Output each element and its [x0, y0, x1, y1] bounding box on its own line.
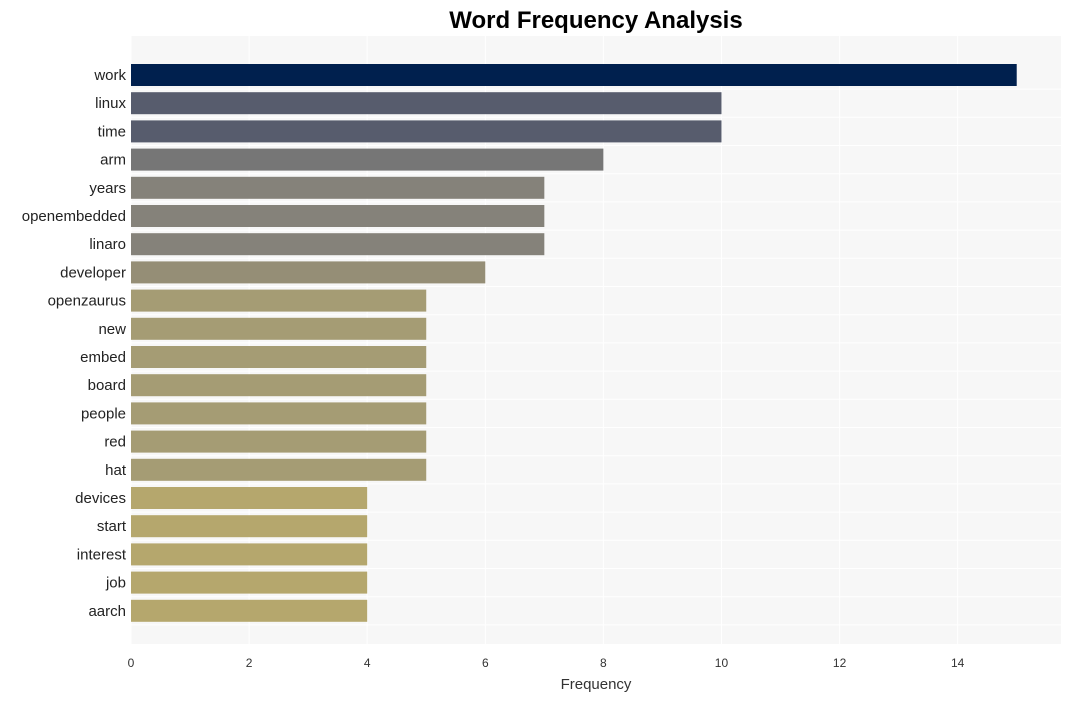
bar-aarch	[131, 599, 368, 622]
bar-devices	[131, 487, 368, 509]
bar-time	[131, 120, 722, 143]
y-label-linux: linux	[95, 95, 126, 112]
bar-years	[131, 176, 545, 199]
x-tick-label: 10	[715, 656, 729, 670]
x-tick-label: 4	[364, 656, 371, 670]
bar-new	[131, 317, 427, 340]
y-label-aarch: aarch	[88, 603, 126, 620]
bar-linux	[131, 92, 722, 115]
word-frequency-chart: work linux time arm years openembedded linaro d…	[22, 7, 1061, 693]
x-axis-ticks: 0 2 4 6 8 10 12 14	[128, 656, 965, 670]
bar-interest	[131, 543, 368, 566]
x-axis-label: Frequency	[561, 676, 632, 693]
bar-red	[131, 430, 427, 453]
y-axis-labels: work linux time arm years openembedded linaro d…	[22, 67, 127, 620]
y-label-devices: devices	[75, 490, 126, 507]
y-label-embed: embed	[80, 349, 126, 366]
bar-arm	[131, 148, 604, 171]
y-label-red: red	[104, 434, 126, 451]
y-label-years: years	[89, 180, 126, 197]
chart-title: Word Frequency Analysis	[449, 7, 742, 34]
y-label-start: start	[97, 518, 127, 535]
bar-job	[131, 571, 368, 594]
x-tick-label: 12	[833, 656, 847, 670]
y-label-board: board	[88, 377, 126, 394]
bar-linaro	[131, 233, 545, 256]
y-label-people: people	[81, 405, 126, 422]
y-label-interest: interest	[77, 546, 127, 563]
x-tick-label: 14	[951, 656, 965, 670]
y-label-linaro: linaro	[89, 236, 126, 253]
bar-people	[131, 402, 427, 425]
bar-embed	[131, 346, 427, 368]
y-label-openzaurus: openzaurus	[48, 293, 126, 310]
y-label-hat: hat	[105, 462, 127, 479]
y-label-time: time	[98, 123, 126, 140]
x-tick-label: 2	[246, 656, 253, 670]
y-label-new: new	[98, 321, 126, 338]
bar-work	[131, 64, 1017, 86]
bar-hat	[131, 458, 427, 481]
y-label-arm: arm	[100, 152, 126, 169]
bar-openzaurus	[131, 289, 427, 312]
y-label-work: work	[93, 67, 126, 84]
bar-developer	[131, 261, 486, 284]
bar-board	[131, 374, 427, 397]
x-tick-label: 0	[128, 656, 135, 670]
x-tick-label: 6	[482, 656, 489, 670]
y-label-job: job	[105, 575, 126, 592]
bar-openembedded	[131, 205, 545, 227]
y-label-developer: developer	[60, 264, 126, 281]
x-tick-label: 8	[600, 656, 607, 670]
bar-start	[131, 515, 368, 538]
y-label-openembedded: openembedded	[22, 208, 126, 225]
